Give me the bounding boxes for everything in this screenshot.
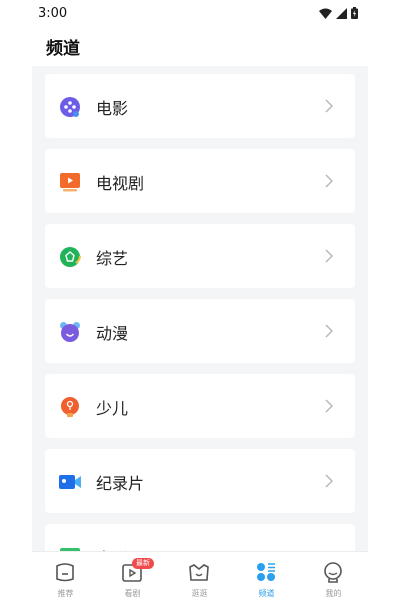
- phone-screen: 3:00 频道 电影 电视剧 综艺 动漫 少儿 纪录片 推荐 最新 看剧 逛逛 …: [32, 0, 368, 600]
- channel-item-movie[interactable]: 电影: [45, 74, 355, 138]
- signal-icon: [336, 7, 347, 19]
- tab-watch-series[interactable]: 最新 看剧: [99, 552, 166, 600]
- camera-icon: [59, 475, 81, 489]
- variety-icon: [60, 247, 81, 267]
- tab-label: 推荐: [57, 589, 74, 598]
- chevron-right-icon: [325, 249, 333, 263]
- status-time: 3:00: [38, 5, 68, 21]
- chevron-right-icon: [325, 399, 333, 413]
- new-badge: 最新: [132, 558, 154, 569]
- tab-label: 看剧: [124, 589, 141, 598]
- channel-label: 纪录片: [96, 474, 145, 493]
- battery-icon: [351, 7, 358, 19]
- chevron-right-icon: [325, 174, 333, 188]
- channel-item-tv-series[interactable]: 电视剧: [45, 149, 355, 213]
- basket-icon: [189, 564, 209, 581]
- header: 频道: [32, 26, 368, 66]
- profile-icon: [324, 562, 342, 583]
- kids-icon: [61, 397, 79, 417]
- channel-grid-icon: [257, 563, 275, 581]
- channel-item-documentary[interactable]: 纪录片: [45, 449, 355, 513]
- channel-label: 电视剧: [96, 174, 145, 193]
- channel-label: 电影: [96, 99, 129, 118]
- wifi-icon: [319, 8, 332, 19]
- channel-label: 综艺: [96, 249, 129, 268]
- film-reel-icon: [60, 97, 80, 117]
- tab-label: 频道: [258, 589, 275, 598]
- chevron-right-icon: [325, 474, 333, 488]
- tab-browse[interactable]: 逛逛: [166, 552, 233, 600]
- tab-channel[interactable]: 频道: [233, 552, 300, 600]
- tv-home-icon: [56, 563, 74, 582]
- channel-item-anime[interactable]: 动漫: [45, 299, 355, 363]
- channel-item-variety[interactable]: 综艺: [45, 224, 355, 288]
- chevron-right-icon: [325, 324, 333, 338]
- page-title: 频道: [46, 39, 80, 59]
- channel-item-kids[interactable]: 少儿: [45, 374, 355, 438]
- status-bar: 3:00: [32, 0, 368, 26]
- channel-label: 少儿: [96, 399, 129, 418]
- bottom-tab-bar: 推荐 最新 看剧 逛逛 频道 我的: [32, 551, 368, 600]
- status-icons: [319, 7, 358, 19]
- tab-label: 逛逛: [191, 589, 208, 598]
- tab-label: 我的: [325, 589, 342, 598]
- tv-play-icon: [60, 173, 80, 192]
- tab-profile[interactable]: 我的: [300, 552, 367, 600]
- channel-label: 动漫: [96, 324, 129, 343]
- chevron-right-icon: [325, 99, 333, 113]
- tab-recommend[interactable]: 推荐: [32, 552, 99, 600]
- anime-bear-icon: [60, 322, 80, 342]
